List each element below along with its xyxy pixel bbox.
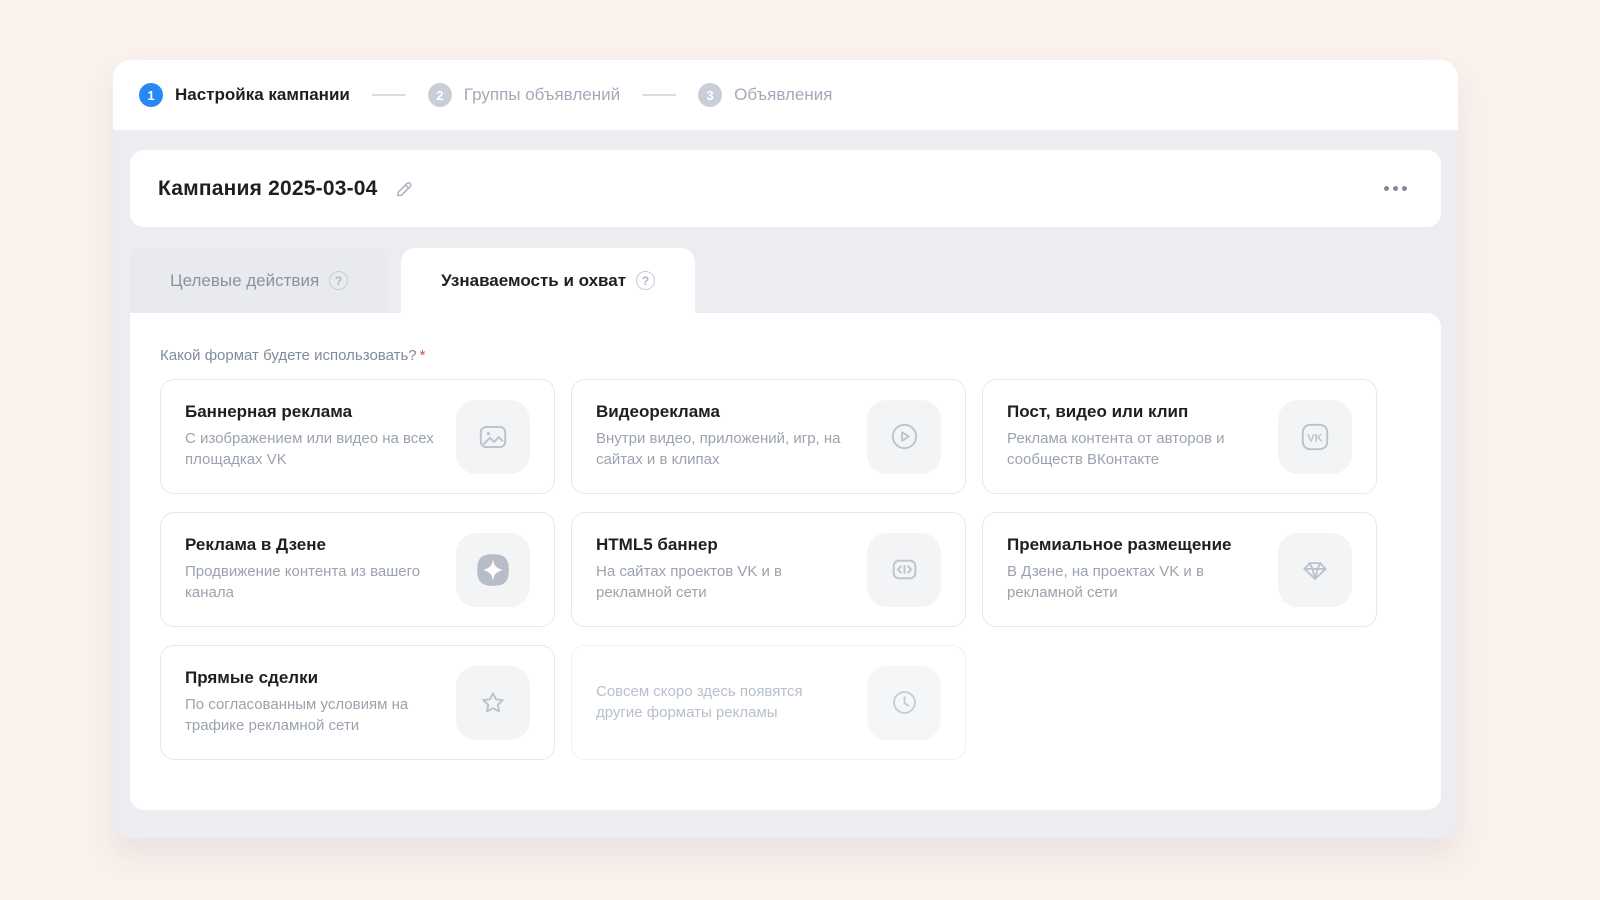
step-number-badge: 1: [139, 83, 163, 107]
card-description: Реклама контента от авторов и сообществ …: [1007, 429, 1259, 470]
icon-tile: VK: [1278, 400, 1352, 474]
card-title: Пост, видео или клип: [1007, 402, 1259, 422]
card-title: Баннерная реклама: [185, 402, 437, 422]
card-text: Пост, видео или клип Реклама контента от…: [1007, 402, 1259, 470]
step-number-badge: 3: [698, 83, 722, 107]
format-selection-panel: Какой формат будете использовать?* Банне…: [130, 313, 1441, 810]
card-description: Внутри видео, приложений, игр, на сайтах…: [596, 429, 848, 470]
dot-icon: [1393, 186, 1398, 191]
format-card-coming-soon: Совсем скоро здесь появятся другие форма…: [571, 645, 966, 760]
card-text: Совсем скоро здесь появятся другие форма…: [596, 682, 828, 723]
required-mark: *: [420, 347, 426, 364]
tab-label: Узнаваемость и охват: [441, 271, 626, 291]
svg-text:VK: VK: [1307, 432, 1322, 444]
format-card-direct-deals[interactable]: Прямые сделки По согласованным условиям …: [160, 645, 555, 760]
card-text: Реклама в Дзене Продвижение контента из …: [185, 535, 437, 603]
card-title: Премиальное размещение: [1007, 535, 1259, 555]
icon-tile: [456, 400, 530, 474]
campaign-title: Кампания 2025-03-04: [158, 177, 378, 201]
card-title: Видеореклама: [596, 402, 848, 422]
card-description: На сайтах проектов VK и в рекламной сети: [596, 562, 848, 603]
stepper-connector: [372, 94, 406, 96]
stepper-connector: [642, 94, 676, 96]
step-label: Настройка кампании: [175, 85, 350, 105]
dot-icon: [1402, 186, 1407, 191]
help-icon[interactable]: ?: [636, 271, 655, 290]
stepper-step-ad-groups[interactable]: 2 Группы объявлений: [428, 83, 620, 107]
format-card-video-ads[interactable]: Видеореклама Внутри видео, приложений, и…: [571, 379, 966, 494]
dzen-icon: [471, 548, 515, 592]
card-title: Прямые сделки: [185, 668, 437, 688]
stepper-step-campaign-settings[interactable]: 1 Настройка кампании: [139, 83, 350, 107]
campaign-setup-panel: 1 Настройка кампании 2 Группы объявлений…: [113, 60, 1458, 838]
card-description: В Дзене, на проектах VK и в рекламной се…: [1007, 562, 1259, 603]
format-card-dzen-ads[interactable]: Реклама в Дзене Продвижение контента из …: [160, 512, 555, 627]
clock-icon: [889, 687, 920, 718]
help-icon[interactable]: ?: [329, 271, 348, 290]
format-cards-grid: Баннерная реклама С изображением или вид…: [160, 379, 1411, 760]
tab-label: Целевые действия: [170, 271, 319, 291]
step-label: Группы объявлений: [464, 85, 620, 105]
pencil-icon: [392, 178, 414, 200]
star-icon: [476, 686, 510, 720]
card-description: С изображением или видео на всех площадк…: [185, 429, 437, 470]
card-description: По согласованным условиям на трафике рек…: [185, 695, 437, 736]
stepper: 1 Настройка кампании 2 Группы объявлений…: [113, 60, 1458, 130]
edit-title-button[interactable]: [392, 178, 414, 200]
icon-tile: [867, 400, 941, 474]
code-icon: [888, 553, 921, 586]
step-label: Объявления: [734, 85, 832, 105]
icon-tile: [456, 533, 530, 607]
format-card-post-video-clip[interactable]: Пост, видео или клип Реклама контента от…: [982, 379, 1377, 494]
card-text: Видеореклама Внутри видео, приложений, и…: [596, 402, 848, 470]
card-text: Баннерная реклама С изображением или вид…: [185, 402, 437, 470]
card-text: Прямые сделки По согласованным условиям …: [185, 668, 437, 736]
card-text: HTML5 баннер На сайтах проектов VK и в р…: [596, 535, 848, 603]
format-card-html5-banner[interactable]: HTML5 баннер На сайтах проектов VK и в р…: [571, 512, 966, 627]
more-menu-button[interactable]: [1378, 176, 1413, 201]
diamond-icon: [1298, 553, 1332, 587]
card-text: Премиальное размещение В Дзене, на проек…: [1007, 535, 1259, 603]
tab-awareness-reach[interactable]: Узнаваемость и охват ?: [401, 248, 695, 313]
play-circle-icon: [888, 420, 921, 453]
format-card-premium-placement[interactable]: Премиальное размещение В Дзене, на проек…: [982, 512, 1377, 627]
icon-tile: [1278, 533, 1352, 607]
card-description: Совсем скоро здесь появятся другие форма…: [596, 682, 828, 723]
format-question-label: Какой формат будете использовать?*: [160, 347, 1411, 364]
tab-target-actions[interactable]: Целевые действия ?: [130, 248, 388, 313]
card-description: Продвижение контента из вашего канала: [185, 562, 437, 603]
icon-tile: [867, 666, 941, 740]
icon-tile: [867, 533, 941, 607]
image-icon: [476, 420, 510, 454]
campaign-title-card: Кампания 2025-03-04: [130, 150, 1441, 227]
format-card-banner-ads[interactable]: Баннерная реклама С изображением или вид…: [160, 379, 555, 494]
step-number-badge: 2: [428, 83, 452, 107]
card-title: HTML5 баннер: [596, 535, 848, 555]
vk-logo-icon: VK: [1298, 420, 1332, 454]
icon-tile: [456, 666, 530, 740]
card-title: Реклама в Дзене: [185, 535, 437, 555]
stepper-step-ads[interactable]: 3 Объявления: [698, 83, 832, 107]
dot-icon: [1384, 186, 1389, 191]
objective-tabs: Целевые действия ? Узнаваемость и охват …: [130, 248, 1441, 313]
